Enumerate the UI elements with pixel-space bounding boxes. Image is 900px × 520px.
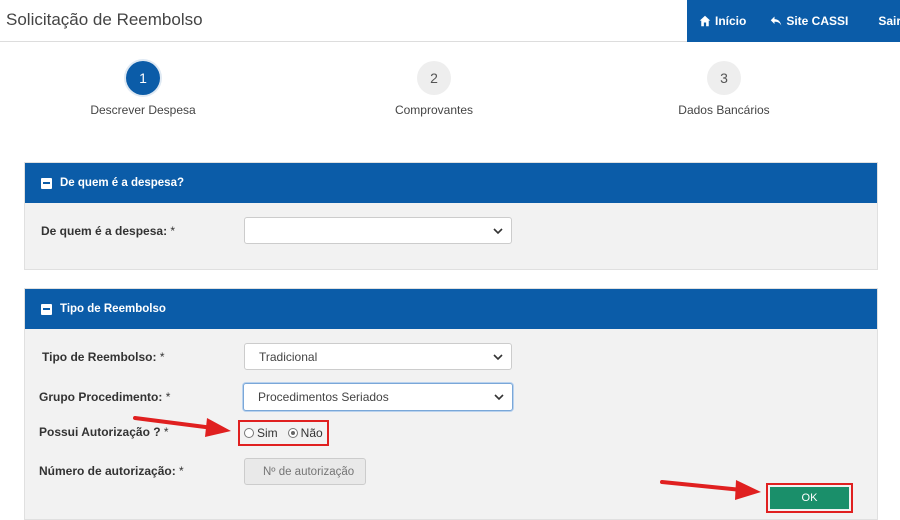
tipo-reembolso-label: Tipo de Reembolso: * [42,350,165,364]
radio-sim[interactable]: Sim [244,426,278,440]
step-3-label: Dados Bancários [678,103,770,117]
collapse-icon[interactable] [41,177,52,189]
ok-button[interactable]: OK [770,487,849,509]
page-title: Solicitação de Reembolso [6,10,203,29]
radio-nao[interactable]: Não [287,426,323,440]
top-nav: Início Site CASSI Sair [687,0,900,42]
collapse-icon[interactable] [41,303,52,315]
panel-expense-owner-header[interactable]: De quem é a despesa? [25,163,877,203]
step-1-label: Descrever Despesa [90,103,196,117]
radio-nao-circle[interactable] [287,428,298,438]
expense-owner-select[interactable] [244,217,512,244]
nav-site-label: Site CASSI [786,14,849,28]
chevron-down-icon [493,228,503,235]
nav-logout-label: Sair [878,14,900,28]
annotation-arrow-radio [133,416,231,437]
grupo-procedimento-label: Grupo Procedimento: * [39,390,171,404]
step-2-number: 2 [417,61,451,95]
numero-autorizacao-input[interactable] [244,458,366,485]
panel-expense-owner-title: De quem é a despesa? [60,177,184,189]
nav-home-link[interactable]: Início [699,14,746,28]
panel-reimbursement-type-header[interactable]: Tipo de Reembolso [25,289,877,329]
chevron-down-icon [494,394,504,401]
chevron-down-icon [493,354,503,361]
grupo-procedimento-select[interactable]: Procedimentos Seriados [243,383,513,411]
numero-autorizacao-label: Número de autorização: * [39,464,184,478]
home-icon [699,15,711,27]
app-header: Solicitação de Reembolso Início Site CAS… [0,0,900,42]
nav-home-label: Início [715,14,747,28]
step-3: 3 Dados Bancários [644,61,804,117]
panel-reimbursement-type-title: Tipo de Reembolso [60,303,166,315]
step-2-label: Comprovantes [394,103,474,117]
radio-sim-circle[interactable] [244,428,254,438]
annotation-arrow-ok [660,480,761,500]
tipo-reembolso-select[interactable]: Tradicional [244,343,512,370]
step-2: 2 Comprovantes [354,61,514,117]
nav-logout-link[interactable]: Sair [878,14,900,28]
autorizacao-radio-group: Sim Não [238,420,329,446]
panel-expense-owner: De quem é a despesa? De quem é a despesa… [24,162,878,270]
step-1-number: 1 [126,61,160,95]
nav-site-cassi-link[interactable]: Site CASSI [770,14,848,28]
step-3-number: 3 [707,61,741,95]
ok-button-highlight: OK [766,483,853,513]
reply-icon [771,16,782,26]
expense-owner-label: De quem é a despesa: * [41,224,176,238]
step-1: 1 Descrever Despesa [63,61,223,117]
